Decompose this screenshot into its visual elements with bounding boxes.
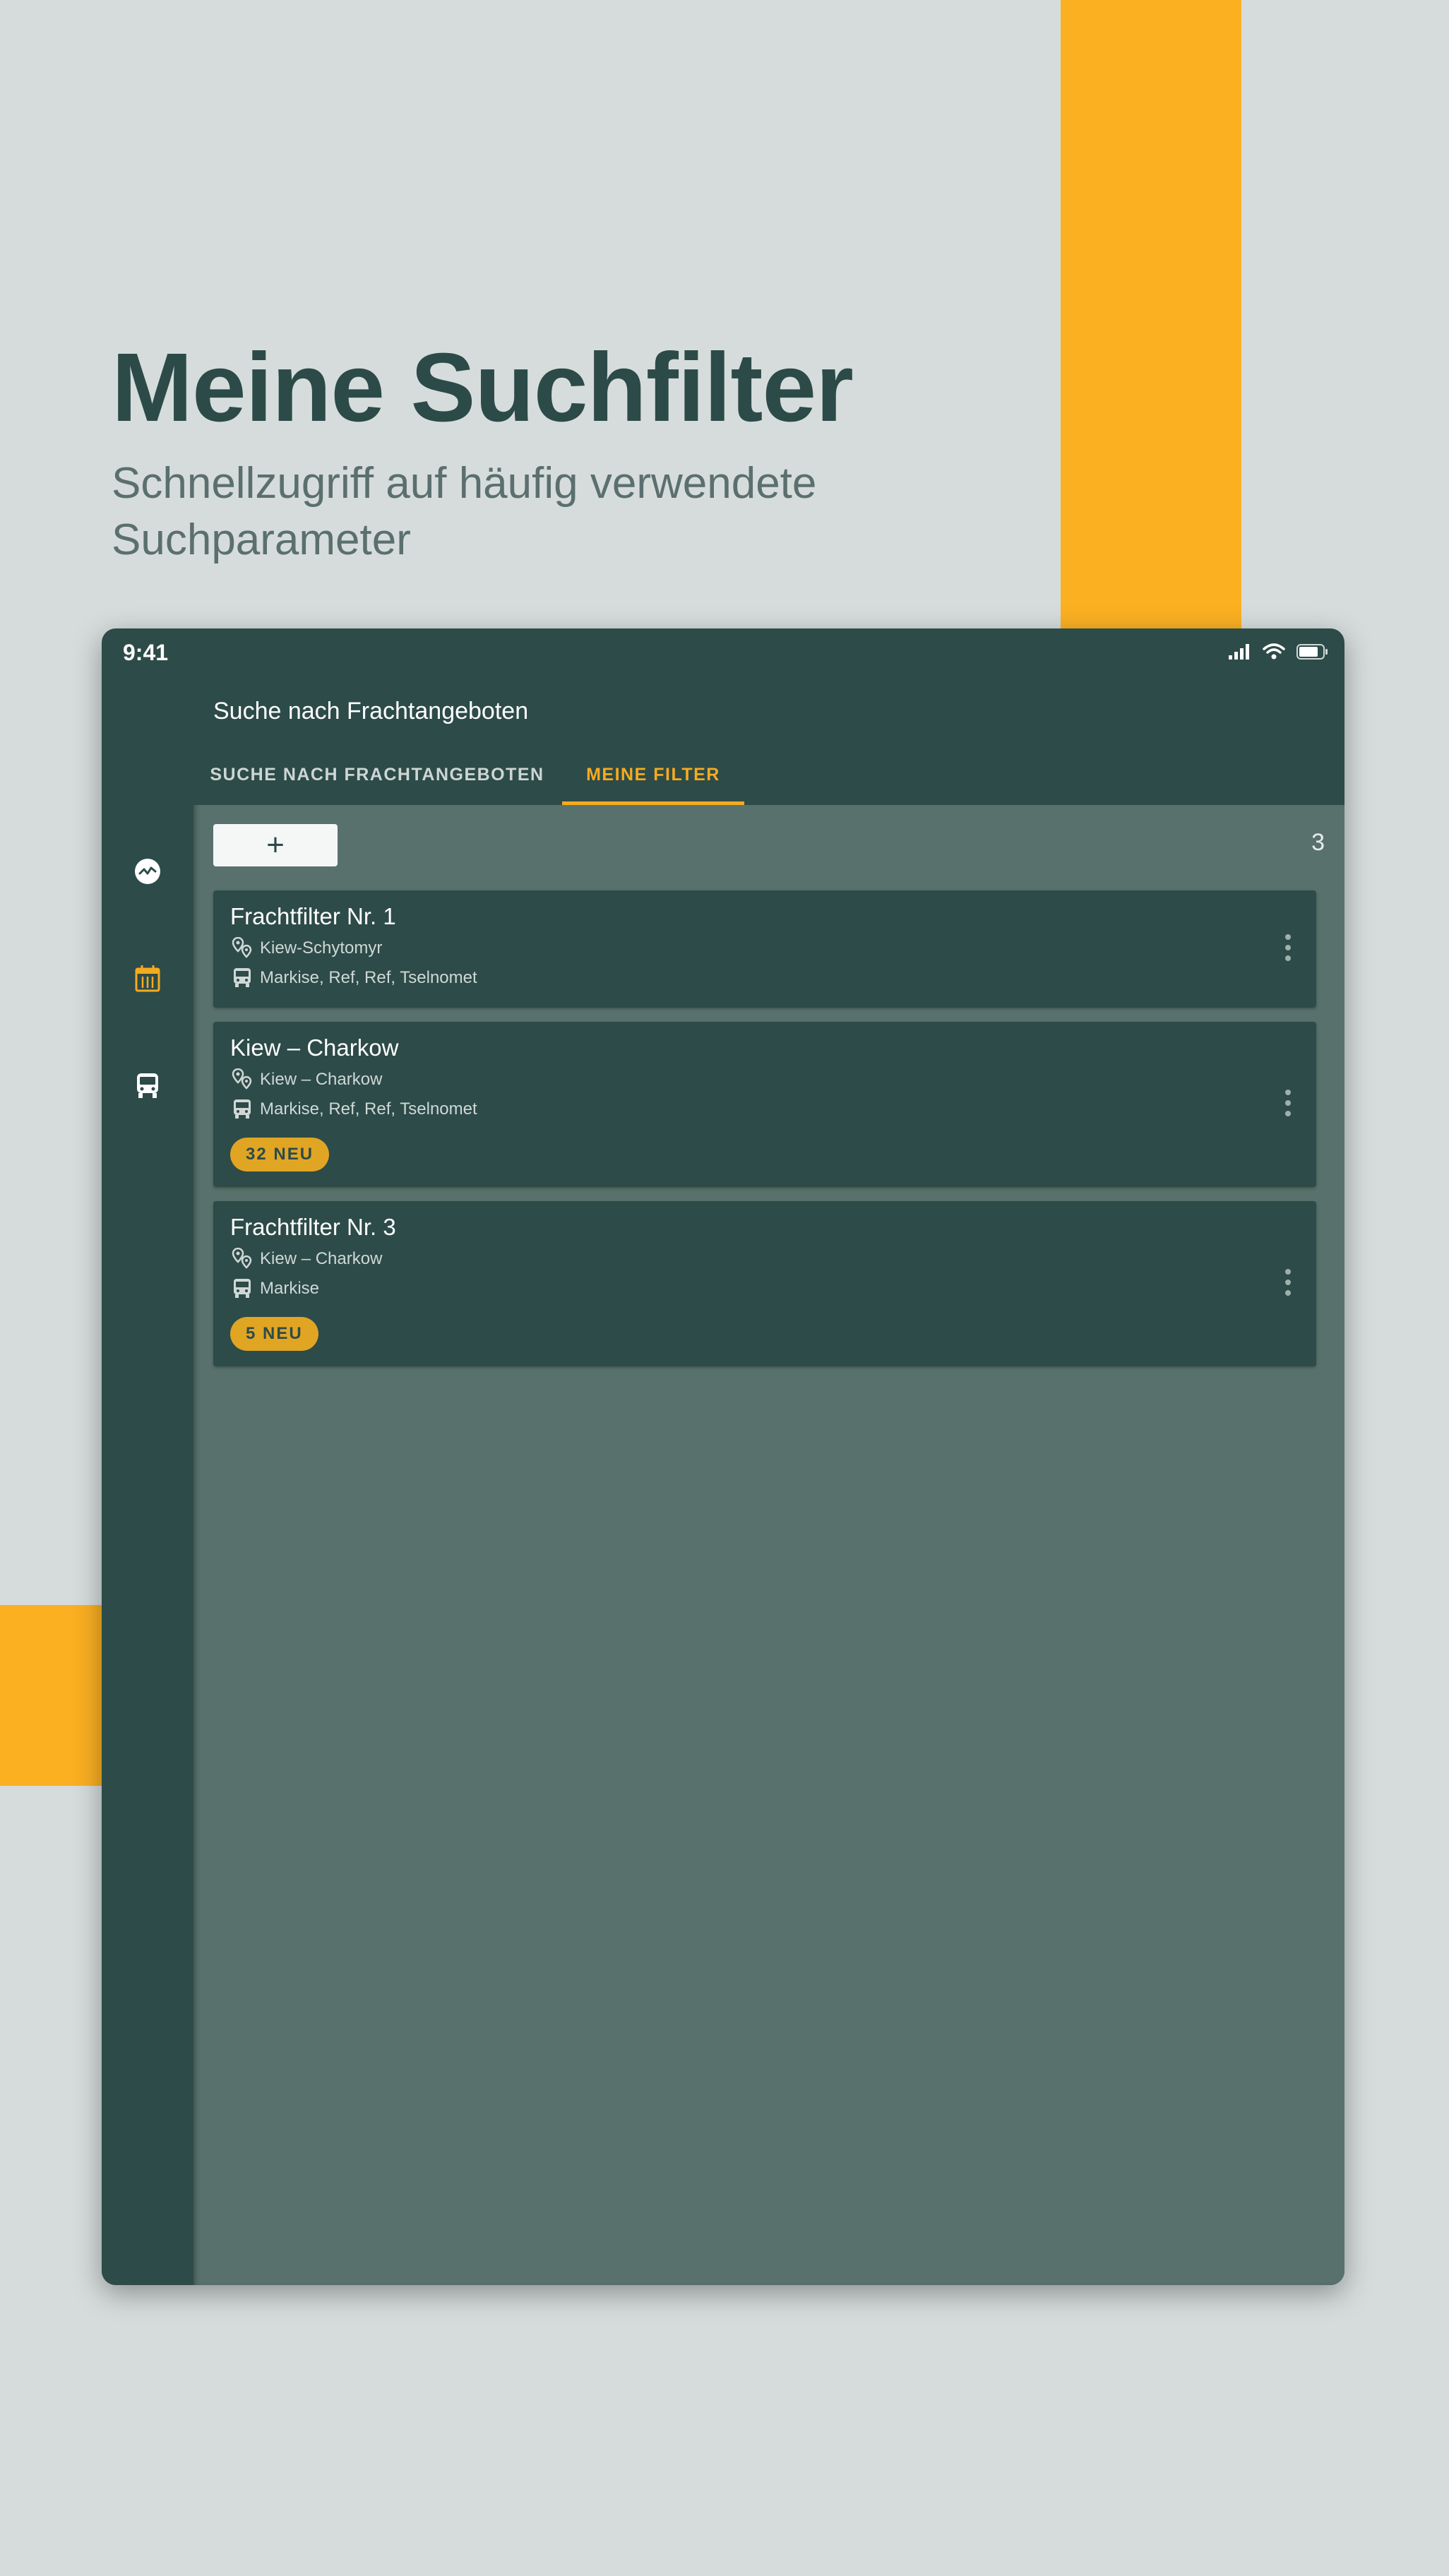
filter-card[interactable]: Frachtfilter Nr. 1 Kiew-Schytomyr Markis… [213, 890, 1316, 1008]
filter-vehicles-text: Markise [260, 1279, 320, 1298]
filter-card[interactable]: Frachtfilter Nr. 3 Kiew – Charkow Markis… [213, 1201, 1316, 1366]
new-count-badge: 32 NEU [230, 1138, 330, 1171]
tab-indicator [562, 801, 744, 805]
route-pin-icon [230, 936, 254, 960]
new-count-badge: 5 NEU [230, 1317, 318, 1351]
filter-title: Frachtfilter Nr. 3 [230, 1214, 396, 1240]
filter-vehicles-text: Markise, Ref, Ref, Tselnomet [260, 1099, 477, 1119]
filter-vehicles: Markise, Ref, Ref, Tselnomet [230, 1097, 477, 1122]
truck-icon [230, 966, 254, 990]
filter-route-text: Kiew-Schytomyr [260, 938, 383, 958]
route-pin-icon [230, 1068, 254, 1092]
promo-subtitle: Schnellzugriff auf häufig verwendete Suc… [112, 459, 817, 564]
nav-item-calendar[interactable] [131, 963, 165, 997]
truck-icon [230, 1097, 254, 1121]
add-filter-button[interactable]: + [213, 824, 338, 866]
filter-route-text: Kiew – Charkow [260, 1249, 383, 1268]
main-content: Suche nach Frachtangeboten SUCHE NACH FR… [193, 679, 1344, 2285]
truck-icon [134, 1072, 161, 1104]
filter-route: Kiew – Charkow [230, 1246, 382, 1272]
more-menu-button[interactable] [1274, 1080, 1302, 1129]
filter-route: Kiew – Charkow [230, 1067, 382, 1092]
tab-frachtangebote[interactable]: SUCHE NACH FRACHTANGEBOTEN [193, 744, 561, 805]
signal-icon [1229, 643, 1251, 663]
nav-item-truck[interactable] [131, 1071, 165, 1104]
tablet-frame: 9:41 Suche nach Frachtangeboten SUCHE NA… [102, 628, 1344, 2285]
status-bar: 9:41 [102, 628, 1344, 679]
filter-route-text: Kiew – Charkow [260, 1070, 383, 1089]
filter-vehicles: Markise [230, 1276, 319, 1301]
battery-icon [1296, 643, 1329, 663]
accent-bar-left [0, 1605, 106, 1786]
route-pin-icon [230, 1247, 254, 1271]
accent-bar-top [1061, 0, 1241, 628]
more-menu-button[interactable] [1274, 1259, 1302, 1308]
filter-title: Frachtfilter Nr. 1 [230, 903, 396, 929]
filter-count: 3 [1311, 829, 1325, 856]
nav-rail [102, 679, 193, 2285]
filter-vehicles-text: Markise, Ref, Ref, Tselnomet [260, 968, 477, 987]
status-time: 9:41 [123, 640, 169, 665]
promo-title: Meine Suchfilter [112, 333, 854, 442]
app-bar: Suche nach Frachtangeboten SUCHE NACH FR… [193, 679, 1344, 805]
filter-route: Kiew-Schytomyr [230, 936, 382, 961]
filter-vehicles: Markise, Ref, Ref, Tselnomet [230, 965, 477, 991]
more-menu-button[interactable] [1274, 924, 1302, 974]
more-vert-icon [1284, 1089, 1292, 1121]
truck-icon [230, 1277, 254, 1301]
status-icons [1229, 643, 1329, 664]
app-title: Suche nach Frachtangeboten [213, 698, 529, 724]
more-vert-icon [1284, 934, 1292, 965]
calendar-icon [134, 965, 161, 996]
nav-item-activity[interactable] [131, 856, 165, 890]
tab-meine-filter[interactable]: MEINE FILTER [562, 744, 744, 805]
wifi-icon [1263, 643, 1285, 664]
more-vert-icon [1284, 1268, 1292, 1300]
activity-icon [134, 858, 161, 888]
filter-card[interactable]: Kiew – Charkow Kiew – Charkow Markise, R… [213, 1022, 1316, 1187]
filter-title: Kiew – Charkow [230, 1034, 399, 1061]
